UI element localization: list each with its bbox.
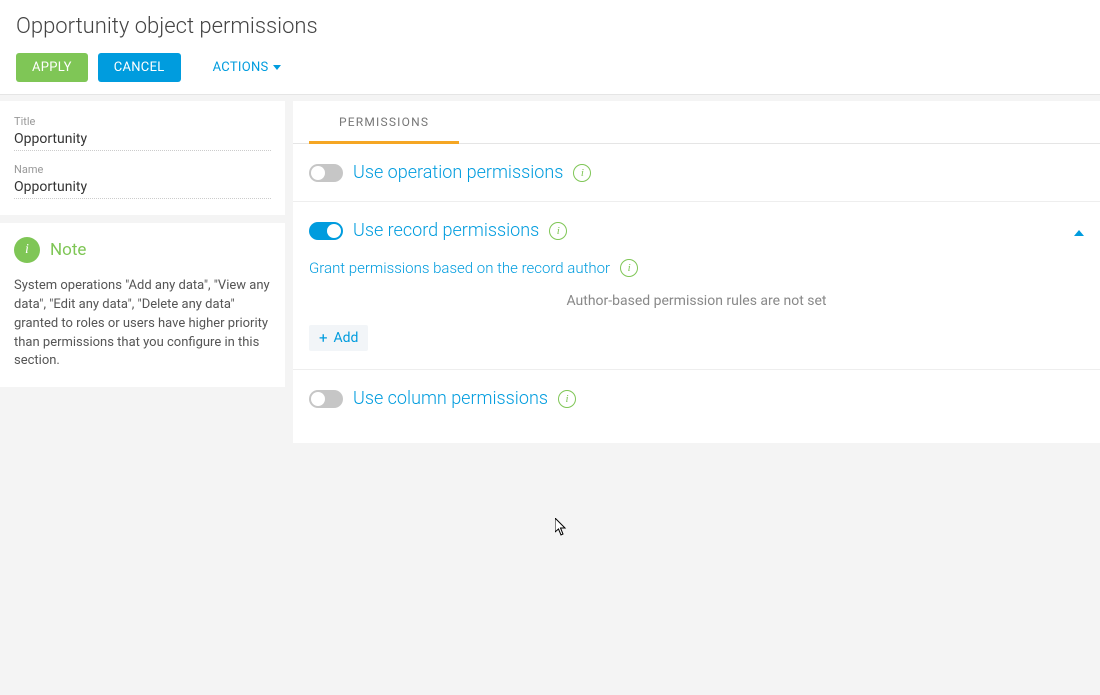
operation-permissions-label[interactable]: Use operation permissions bbox=[353, 162, 563, 183]
add-label: Add bbox=[334, 330, 359, 346]
chevron-up-icon bbox=[1074, 230, 1084, 236]
info-icon: i bbox=[14, 237, 40, 263]
name-field-label: Name bbox=[14, 163, 271, 176]
empty-rules-message: Author-based permission rules are not se… bbox=[309, 293, 1084, 309]
name-field-value[interactable]: Opportunity bbox=[14, 179, 271, 199]
actions-label: ACTIONS bbox=[213, 60, 269, 75]
toggle-column-permissions[interactable] bbox=[309, 390, 343, 408]
collapse-button[interactable] bbox=[1074, 221, 1084, 240]
page-title: Opportunity object permissions bbox=[16, 14, 1084, 39]
column-permissions-label[interactable]: Use column permissions bbox=[353, 388, 548, 409]
cursor-icon bbox=[555, 518, 569, 540]
plus-icon: + bbox=[319, 331, 328, 346]
toggle-record-permissions[interactable] bbox=[309, 222, 343, 240]
record-author-subsection[interactable]: Grant permissions based on the record au… bbox=[309, 259, 1084, 277]
info-icon[interactable]: i bbox=[620, 259, 638, 277]
actions-dropdown[interactable]: ACTIONS bbox=[197, 53, 297, 82]
add-rule-button[interactable]: + Add bbox=[309, 325, 368, 351]
title-field-value[interactable]: Opportunity bbox=[14, 131, 271, 151]
tab-permissions[interactable]: PERMISSIONS bbox=[309, 101, 459, 144]
toggle-operation-permissions[interactable] bbox=[309, 164, 343, 182]
info-icon[interactable]: i bbox=[549, 222, 567, 240]
cancel-button[interactable]: CANCEL bbox=[98, 53, 181, 82]
note-body: System operations "Add any data", "View … bbox=[14, 277, 271, 371]
note-heading: Note bbox=[50, 240, 86, 260]
record-permissions-label[interactable]: Use record permissions bbox=[353, 220, 539, 241]
title-field-label: Title bbox=[14, 115, 271, 128]
record-author-label: Grant permissions based on the record au… bbox=[309, 259, 610, 277]
info-icon[interactable]: i bbox=[573, 164, 591, 182]
info-icon[interactable]: i bbox=[558, 390, 576, 408]
apply-button[interactable]: APPLY bbox=[16, 53, 88, 82]
caret-down-icon bbox=[273, 65, 281, 70]
